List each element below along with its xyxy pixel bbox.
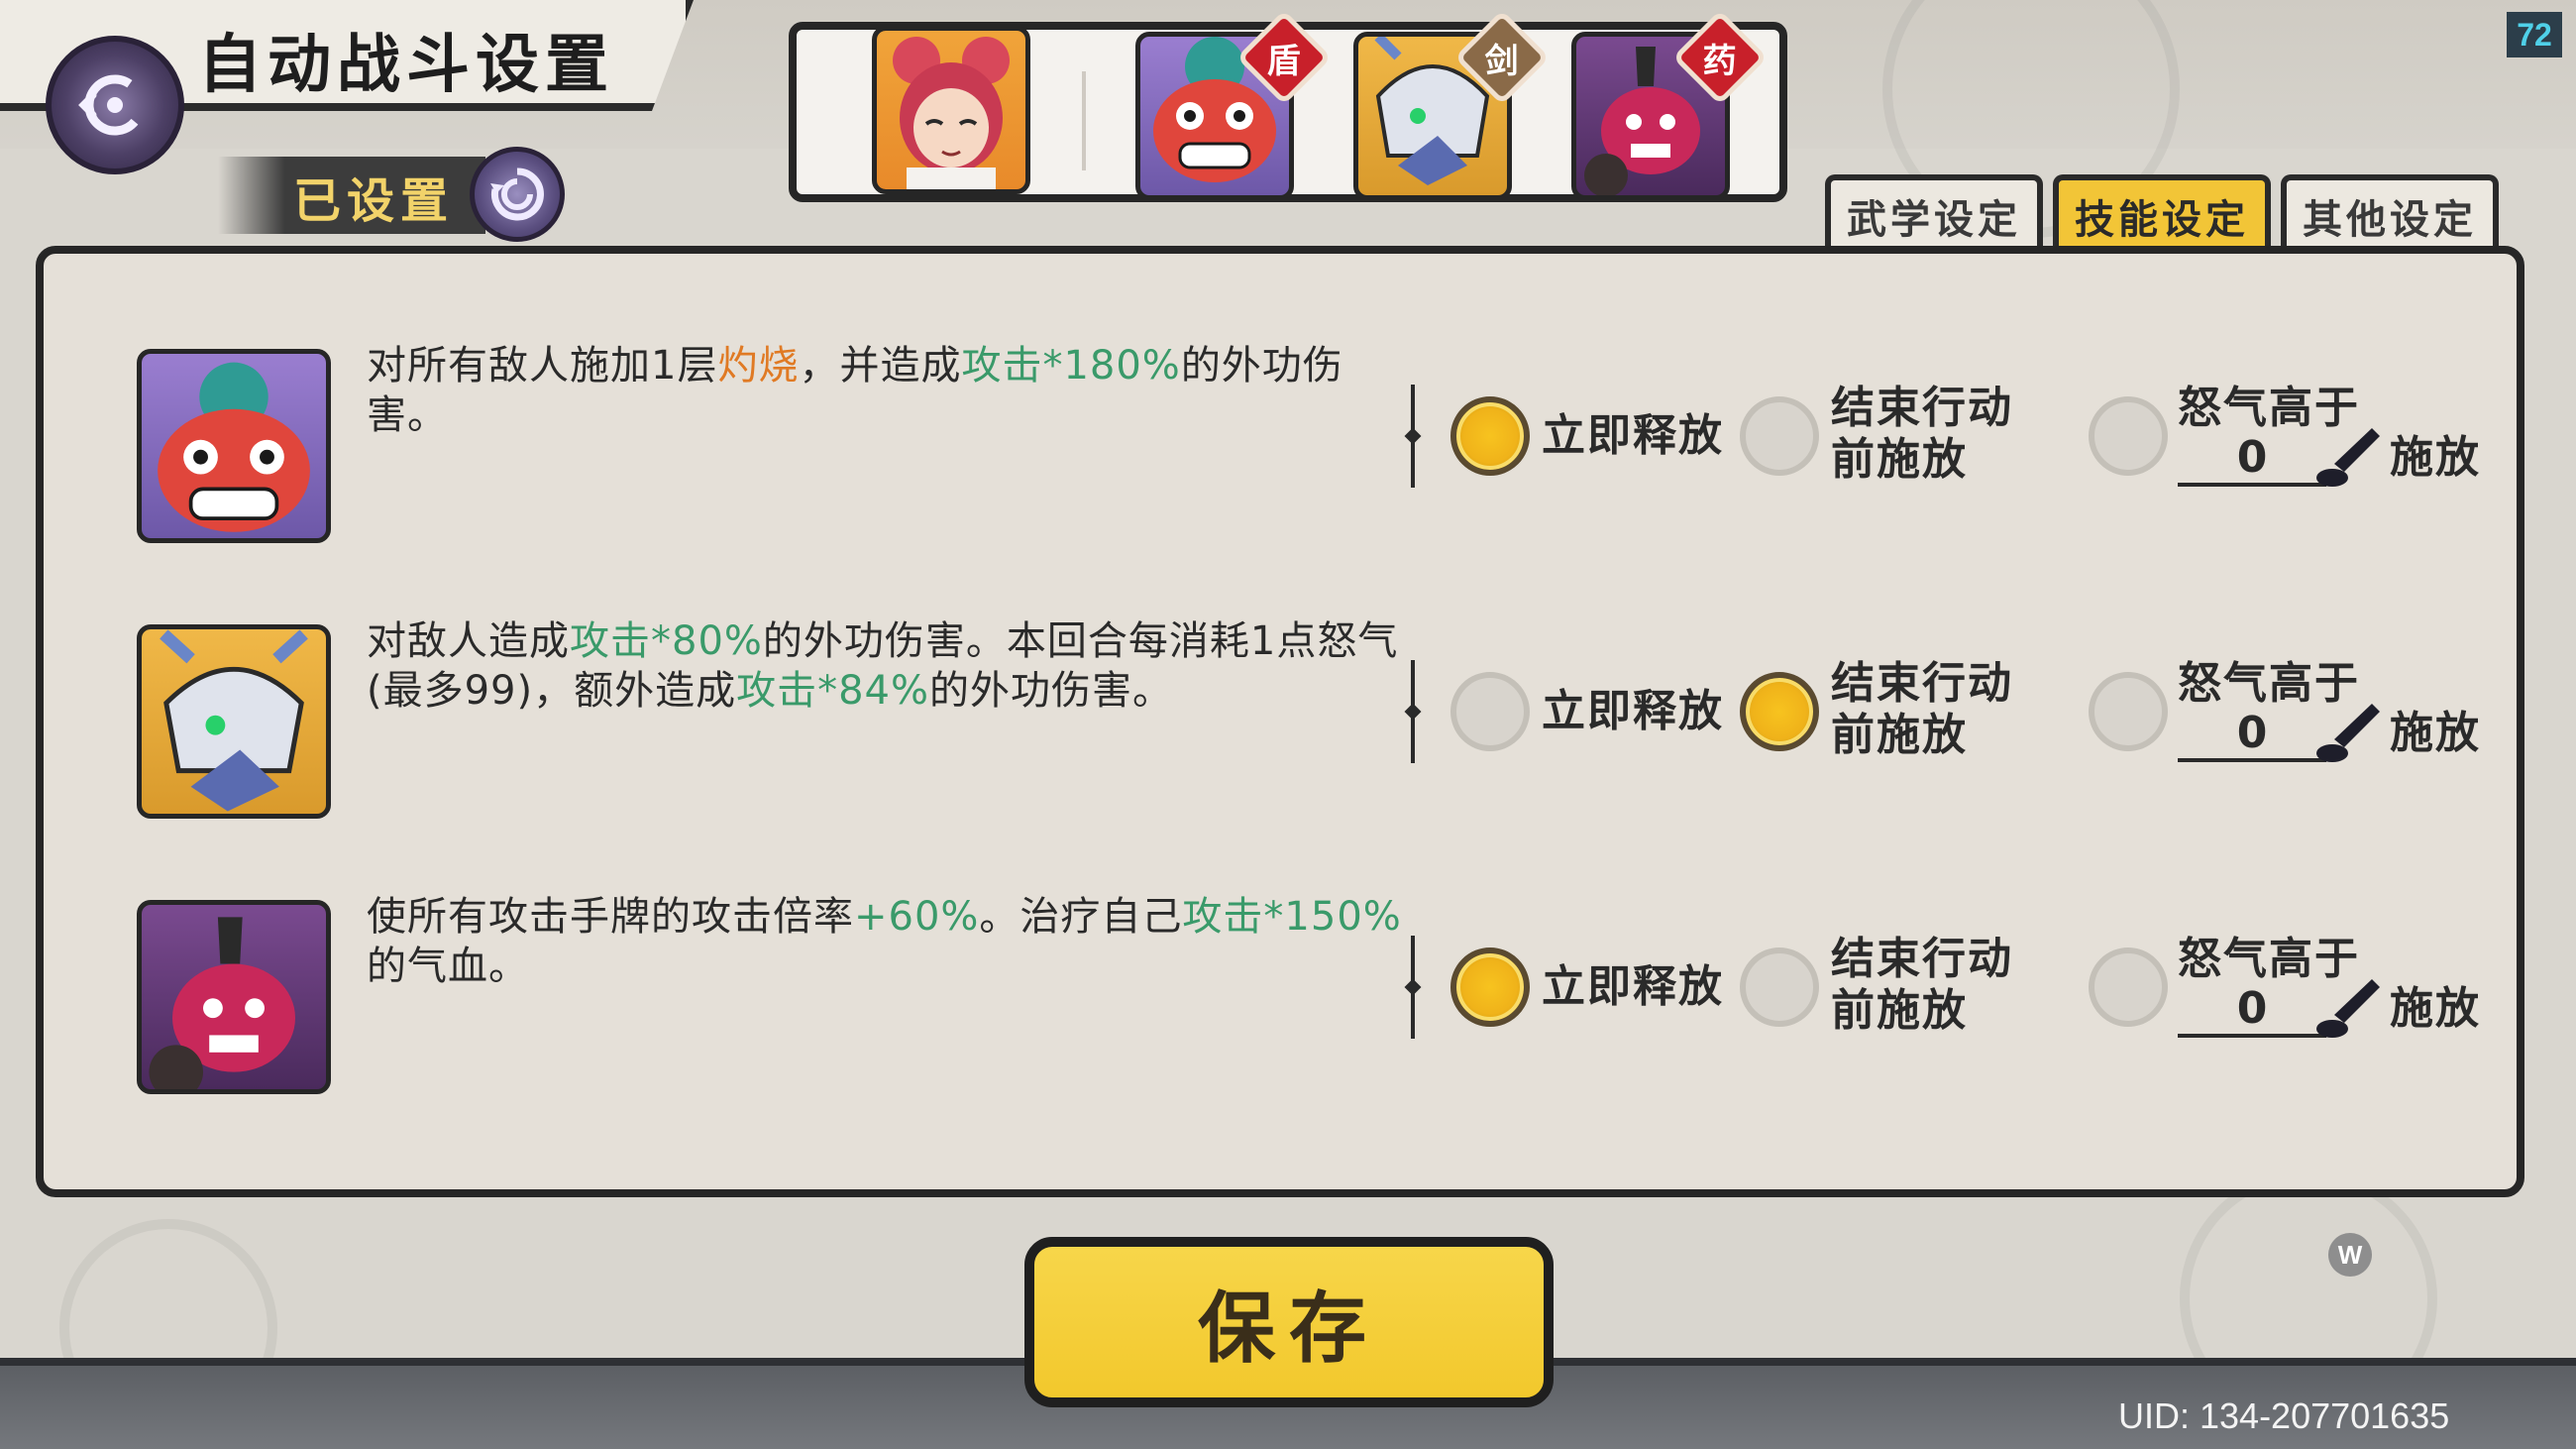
rage-threshold-value[interactable]: 0 — [2178, 708, 2326, 762]
edit-brush-icon[interactable] — [2314, 975, 2384, 1045]
fps-counter: 72 — [2507, 12, 2562, 57]
team-divider — [1082, 71, 1086, 170]
option-immediate-label: 立即释放 — [1542, 961, 1724, 1012]
option-before-end-label: 结束行动 — [1831, 934, 2013, 984]
radio-immediate[interactable] — [1450, 947, 1530, 1027]
skill-row: 使所有攻击手牌的攻击倍率+60%。治疗自己攻击*150% 的气血。 — [44, 894, 2532, 1158]
option-divider — [1411, 660, 1415, 763]
skill-description: 对所有敌人施加1层灼烧，并造成攻击*180%的外功伤害。 — [367, 341, 1417, 440]
radio-immediate[interactable] — [1450, 396, 1530, 476]
radio-rage-threshold[interactable] — [2089, 672, 2168, 751]
skill-icon-masked-warrior — [137, 624, 331, 819]
skill-highlight: 攻击*84% — [736, 668, 930, 714]
option-immediate-label: 立即释放 — [1542, 686, 1724, 736]
skill-description: 使所有攻击手牌的攻击倍率+60%。治疗自己攻击*150% 的气血。 — [367, 892, 1417, 991]
portrait-girl[interactable] — [872, 26, 1030, 194]
rage-threshold-value[interactable]: 0 — [2178, 432, 2326, 487]
back-arrow-icon — [78, 74, 146, 136]
skill-highlight: +60% — [854, 894, 980, 940]
skill-highlight: 攻击*180% — [961, 343, 1181, 389]
girl-portrait-art — [893, 37, 1010, 189]
rage-threshold-field[interactable]: 0 — [2178, 432, 2326, 487]
radio-immediate[interactable] — [1450, 672, 1530, 751]
w-badge-icon: W — [2328, 1233, 2372, 1277]
rage-threshold-field[interactable]: 0 — [2178, 983, 2326, 1038]
skill-row: 对敌人造成攻击*80%的外功伤害。本回合每消耗1点怒气(最多99)，额外造成攻击… — [44, 618, 2532, 882]
skill-text: 的外功伤害。 — [929, 668, 1174, 714]
skill-text: 对所有敌人施加1层 — [367, 343, 718, 389]
skill-icon-red-beast — [137, 900, 331, 1094]
page-title: 自动战斗设置 — [198, 29, 614, 102]
radio-before-end[interactable] — [1740, 672, 1819, 751]
beast-skill-art — [149, 917, 295, 1089]
skill-text: 的气血。 — [367, 944, 529, 989]
skill-icon-lion — [137, 349, 331, 543]
back-button[interactable] — [46, 36, 184, 174]
radio-rage-threshold[interactable] — [2089, 396, 2168, 476]
skill-text: 。治疗自己 — [979, 894, 1183, 940]
skill-highlight: 攻击*150% — [1182, 894, 1402, 940]
edit-brush-icon[interactable] — [2314, 700, 2384, 769]
skill-text: 对敌人造成 — [367, 618, 570, 664]
skill-row: 对所有敌人施加1层灼烧，并造成攻击*180%的外功伤害。 — [44, 343, 2532, 607]
skill-text: ，并造成 — [799, 343, 962, 389]
skill-highlight: 灼烧 — [717, 343, 800, 389]
option-before-end-label: 结束行动 — [1831, 658, 2013, 709]
skill-highlight: 攻击*80% — [570, 618, 763, 664]
skill-text: 使所有攻击手牌的攻击倍率 — [367, 894, 854, 940]
warrior-skill-art — [160, 629, 308, 812]
lion-skill-art — [158, 362, 310, 532]
option-before-end-label: 前施放 — [1831, 434, 1968, 485]
tab-other[interactable]: 其他设定 — [2281, 174, 2499, 252]
option-divider — [1411, 936, 1415, 1039]
skill-description: 对敌人造成攻击*80%的外功伤害。本回合每消耗1点怒气(最多99)，额外造成攻击… — [367, 616, 1417, 716]
reset-button[interactable] — [470, 147, 565, 242]
option-before-end-label: 前施放 — [1831, 710, 1968, 760]
tab-martial-arts[interactable]: 武学设定 — [1825, 174, 2043, 252]
radio-before-end[interactable] — [1740, 396, 1819, 476]
refresh-icon — [490, 167, 544, 221]
option-rage-suffix: 施放 — [2390, 432, 2481, 483]
rage-threshold-field[interactable]: 0 — [2178, 708, 2326, 762]
save-button[interactable]: 保存 — [1024, 1237, 1554, 1407]
option-before-end-label: 结束行动 — [1831, 383, 2013, 433]
rage-threshold-value[interactable]: 0 — [2178, 983, 2326, 1038]
radio-before-end[interactable] — [1740, 947, 1819, 1027]
tab-skills[interactable]: 技能设定 — [2053, 174, 2271, 252]
radio-rage-threshold[interactable] — [2089, 947, 2168, 1027]
option-rage-suffix: 施放 — [2390, 983, 2481, 1034]
edit-brush-icon[interactable] — [2314, 424, 2384, 494]
status-label: 已设置 — [293, 173, 455, 229]
user-id: UID: 134-207701635 — [2118, 1395, 2450, 1436]
option-immediate-label: 立即释放 — [1542, 410, 1724, 461]
option-rage-suffix: 施放 — [2390, 708, 2481, 758]
option-before-end-label: 前施放 — [1831, 985, 1968, 1036]
option-divider — [1411, 385, 1415, 488]
